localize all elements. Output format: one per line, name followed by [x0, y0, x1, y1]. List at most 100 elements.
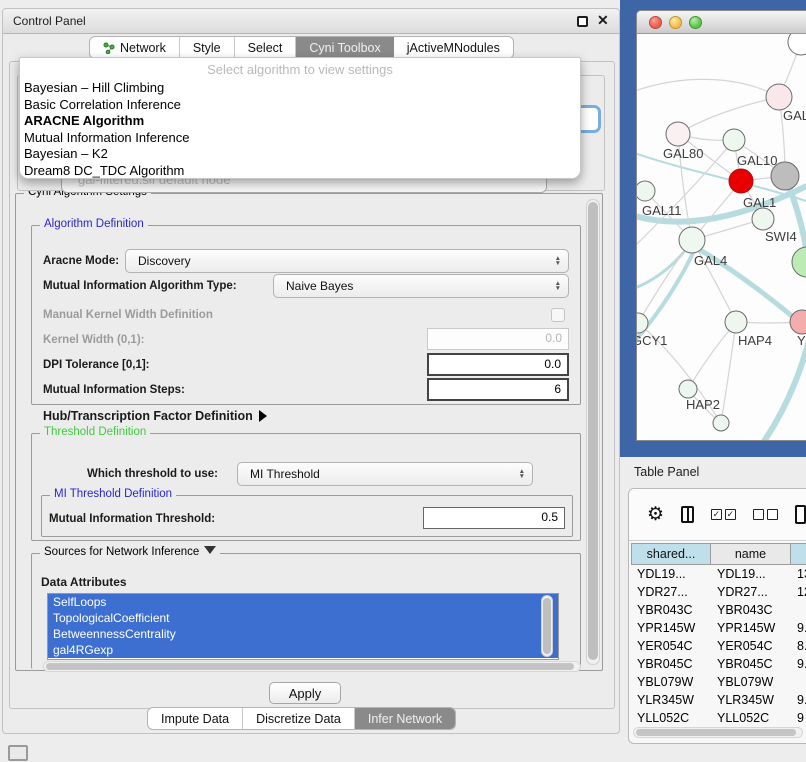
mi-steps-field[interactable]: 6 [427, 378, 569, 401]
table-cell: 8. [791, 637, 806, 655]
which-threshold-combo[interactable]: MI Threshold ▲▼ [237, 462, 533, 486]
network-node-hap2[interactable] [679, 380, 697, 398]
table-cell: 9. [791, 655, 806, 673]
mi-type-value: Naive Bayes [286, 279, 353, 293]
float-icon[interactable] [577, 16, 588, 27]
hub-definition-label: Hub/Transcription Factor Definition [43, 409, 253, 423]
algorithm-popup: Select algorithm to view settings Bayesi… [19, 57, 581, 179]
algorithm-option[interactable]: Dream8 DC_TDC Algorithm [20, 163, 580, 180]
document-icon[interactable] [795, 505, 806, 524]
zoom-traffic-light[interactable] [689, 16, 702, 29]
network-node-swi4[interactable] [752, 208, 774, 230]
table-cell: YBR045C [711, 655, 791, 673]
table-hscrollbar[interactable] [633, 727, 803, 738]
attribute-item[interactable]: BetweennessCentrality [48, 626, 558, 642]
node-label: GCY1 [637, 333, 667, 348]
stepper-icon: ▲▼ [555, 256, 561, 266]
sources-hscrollbar-thumb[interactable] [46, 663, 574, 670]
mi-threshold-field[interactable]: 0.5 [423, 507, 565, 529]
network-node-gal4[interactable] [679, 227, 705, 253]
data-attributes-list[interactable]: SelfLoopsTopologicalCoefficientBetweenne… [47, 593, 559, 660]
table-row[interactable]: YBL079WYBL079W [631, 673, 806, 691]
network-node-gal10[interactable] [723, 129, 745, 151]
table-cell [791, 673, 806, 691]
table-row[interactable]: YDL19...YDL19...13 [631, 565, 806, 583]
hub-definition-toggle[interactable]: Hub/Transcription Factor Definition [43, 409, 267, 423]
network-node-gal80[interactable] [666, 122, 690, 146]
aracne-mode-value: Discovery [138, 254, 191, 268]
tab-style[interactable]: Style [180, 37, 235, 58]
mi-type-combo[interactable]: Naive Bayes ▲▼ [273, 274, 569, 298]
network-node-hap4[interactable] [725, 311, 747, 333]
network-node-gal11[interactable] [637, 181, 655, 201]
algorithm-option[interactable]: Basic Correlation Inference [20, 97, 580, 114]
network-window-titlebar[interactable] [637, 11, 806, 34]
kernel-width-label: Kernel Width (0,1): [43, 334, 144, 346]
sources-hscrollbar[interactable] [43, 661, 581, 672]
close-traffic-light[interactable] [649, 16, 662, 29]
collapsed-arrow-icon [259, 410, 267, 422]
settings-scrollbar[interactable] [586, 199, 600, 665]
column-header-clipped[interactable]: A [791, 543, 806, 565]
algorithm-definition-title: Algorithm Definition [40, 218, 148, 230]
table-row[interactable]: YBR043CYBR043C [631, 601, 806, 619]
table-row[interactable]: YPR145WYPR145W9. [631, 619, 806, 637]
apply-button[interactable]: Apply [269, 682, 341, 704]
attributes-scrollbar-thumb[interactable] [543, 598, 551, 654]
network-node-gal1[interactable] [729, 169, 753, 193]
tab-discretize-data[interactable]: Discretize Data [243, 708, 355, 729]
algorithm-option[interactable]: Mutual Information Inference [20, 130, 580, 147]
algorithm-option[interactable]: Bayesian – Hill Climbing [20, 80, 580, 97]
tab-impute-data[interactable]: Impute Data [148, 708, 243, 729]
checked-pair-icon[interactable]: ✓✓ [711, 509, 736, 520]
tab-cyni-toolbox[interactable]: Cyni Toolbox [296, 37, 393, 58]
tab-network[interactable]: Network [90, 37, 180, 58]
minimize-traffic-light[interactable] [669, 16, 682, 29]
table-hscrollbar-thumb[interactable] [636, 729, 796, 736]
table-cell: 9 [791, 709, 806, 727]
tab-infer-network[interactable]: Infer Network [355, 708, 455, 729]
network-node[interactable] [788, 34, 806, 55]
network-node[interactable] [792, 247, 806, 277]
close-icon[interactable]: ✕ [597, 12, 609, 29]
aracne-mode-combo[interactable]: Discovery ▲▼ [125, 249, 569, 273]
table-row[interactable]: YBR045CYBR045C9. [631, 655, 806, 673]
dpi-tolerance-field[interactable]: 0.0 [427, 353, 569, 376]
attribute-item[interactable]: gal4RGexp [48, 642, 558, 658]
split-columns-icon[interactable] [681, 506, 694, 523]
attribute-item[interactable]: TopologicalCoefficient [48, 610, 558, 626]
attribute-item[interactable]: SelfLoops [48, 594, 558, 610]
control-panel-titlebar[interactable] [3, 9, 619, 34]
node-label: GAL11 [642, 203, 682, 218]
collapsed-panel-icon[interactable] [8, 745, 28, 761]
table-cell: 9. [791, 619, 806, 637]
table-cell: YER054C [631, 637, 711, 655]
table-row[interactable]: YLL052CYLL052C9 [631, 709, 806, 727]
network-canvas[interactable]: GALGAL80GAL10GAL1SWI4GAL11GAL4GCY1HAP4YH… [637, 34, 806, 441]
node-label: GAL [783, 108, 806, 123]
table-cell: YDR27... [631, 583, 711, 601]
table-row[interactable]: YER054CYER054C8. [631, 637, 806, 655]
column-header-shared[interactable]: shared... [631, 543, 711, 565]
tab-jactivemnodules[interactable]: jActiveMNodules [394, 37, 513, 58]
network-window[interactable]: GALGAL80GAL10GAL1SWI4GAL11GAL4GCY1HAP4YH… [636, 10, 806, 441]
algorithm-option[interactable]: Bayesian – K2 [20, 146, 580, 163]
tab-select[interactable]: Select [235, 37, 297, 58]
column-header-name[interactable]: name [711, 543, 791, 565]
algorithm-option[interactable]: ARACNE Algorithm [20, 113, 580, 130]
control-panel-tabbar: Network Style Select Cyni Toolbox jActiv… [89, 36, 514, 59]
table-row[interactable]: YDR27...YDR27...12 [631, 583, 806, 601]
network-node[interactable] [713, 415, 729, 431]
gear-icon[interactable]: ⚙ [647, 503, 664, 526]
network-node-gal[interactable] [766, 84, 792, 110]
attributes-scrollbar[interactable] [541, 595, 553, 657]
table-toolbar: ⚙ ✓✓ [629, 489, 806, 541]
manual-kernel-checkbox[interactable] [551, 308, 565, 322]
table-cell: YPR145W [631, 619, 711, 637]
sources-title: Sources for Network Inference [40, 546, 220, 558]
settings-scrollbar-thumb[interactable] [588, 202, 598, 660]
table-row[interactable]: YLR345WYLR345W9. [631, 691, 806, 709]
mi-type-label: Mutual Information Algorithm Type: [43, 280, 237, 292]
unchecked-pair-icon[interactable] [753, 509, 778, 520]
kernel-width-field[interactable]: 0.0 [427, 328, 569, 350]
